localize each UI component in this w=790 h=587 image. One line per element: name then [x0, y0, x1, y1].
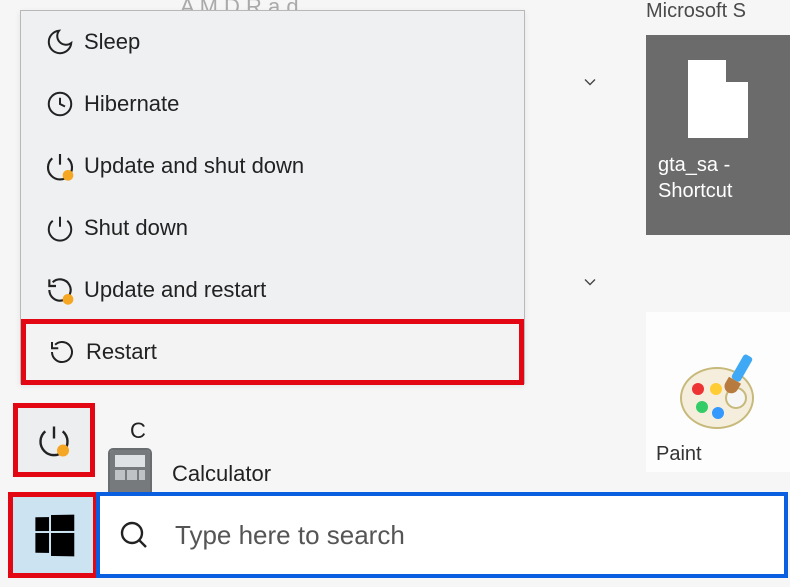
start-apps-section-c[interactable]: C — [130, 418, 146, 444]
power-menu-item-label: Hibernate — [84, 91, 179, 117]
tile-label: Paint — [646, 443, 702, 466]
moon-icon — [36, 27, 84, 57]
search-placeholder: Type here to search — [175, 520, 405, 551]
power-menu-item-update-shutdown[interactable]: Update and shut down — [21, 135, 524, 197]
start-power-button[interactable] — [15, 405, 93, 475]
power-menu-item-hibernate[interactable]: Hibernate — [21, 73, 524, 135]
app-label: Calculator — [172, 461, 271, 487]
power-menu-item-label: Sleep — [84, 29, 140, 55]
start-app-calculator[interactable]: Calculator — [110, 450, 271, 498]
chevron-down-icon[interactable] — [578, 70, 602, 94]
chevron-down-icon[interactable] — [578, 270, 602, 294]
windows-logo-icon — [32, 514, 74, 557]
tile-label: gta_sa - Shortcut — [646, 152, 732, 204]
power-menu-item-update-restart[interactable]: Update and restart — [21, 259, 524, 321]
start-tile-paint[interactable]: Paint — [646, 312, 790, 472]
paint-icon — [682, 359, 754, 431]
power-update-icon — [36, 422, 72, 458]
start-button[interactable] — [10, 494, 96, 576]
search-icon — [118, 519, 150, 551]
power-menu-item-label: Update and restart — [84, 277, 266, 303]
start-tile-gta-sa-shortcut[interactable]: gta_sa - Shortcut — [646, 35, 790, 235]
calculator-icon — [110, 450, 150, 498]
power-menu-item-label: Shut down — [84, 215, 188, 241]
taskbar-search[interactable]: Type here to search — [98, 494, 786, 576]
clock-icon — [36, 89, 84, 119]
power-update-icon — [36, 150, 84, 182]
power-menu-item-label: Restart — [86, 339, 157, 365]
power-menu-item-restart[interactable]: Restart — [23, 321, 522, 383]
power-icon — [36, 213, 84, 243]
restart-update-icon — [36, 274, 84, 306]
restart-icon — [38, 337, 86, 367]
file-icon — [688, 60, 748, 138]
power-menu-item-shutdown[interactable]: Shut down — [21, 197, 524, 259]
power-menu-item-sleep[interactable]: Sleep — [21, 11, 524, 73]
start-tile-truncated[interactable]: Microsoft S — [646, 0, 746, 23]
section-letter: C — [130, 418, 146, 444]
power-menu-item-label: Update and shut down — [84, 153, 304, 179]
power-options-menu: Sleep Hibernate Update and shut down — [20, 10, 525, 384]
